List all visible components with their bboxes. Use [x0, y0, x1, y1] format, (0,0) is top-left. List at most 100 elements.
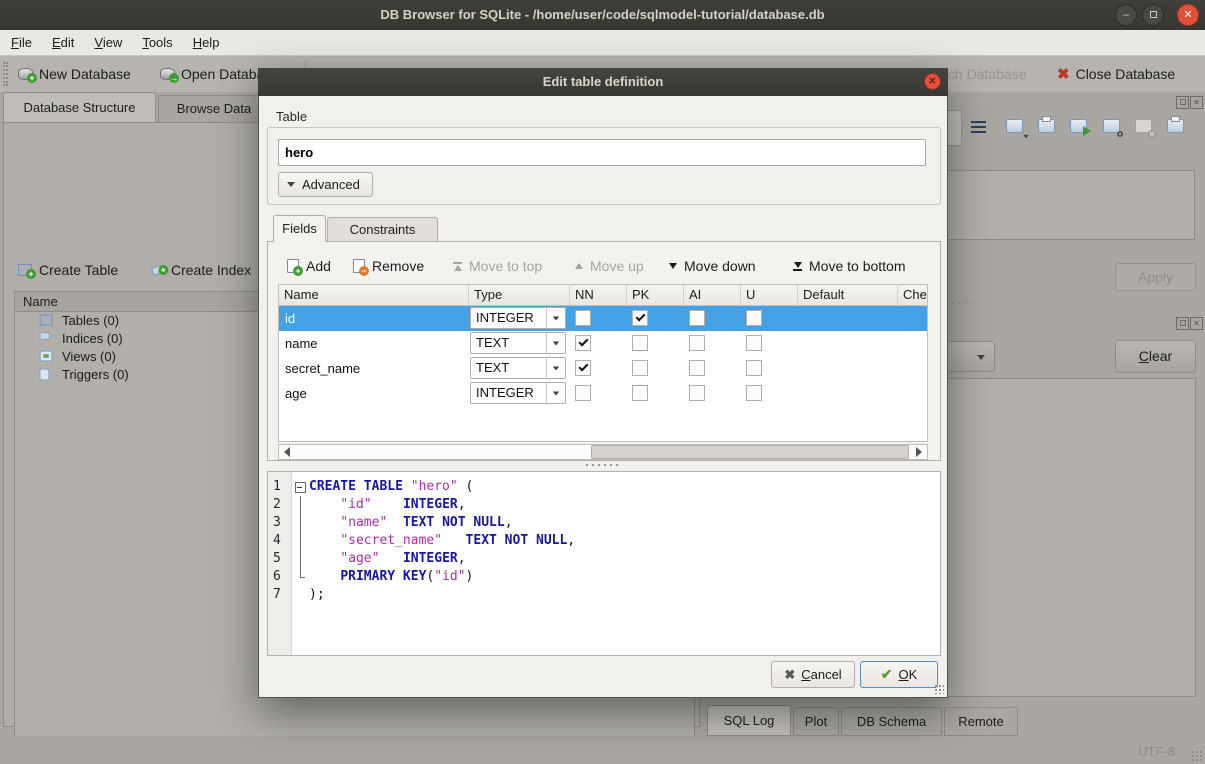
- action-move-up[interactable]: Move up: [575, 253, 644, 279]
- export-icon[interactable]: [1066, 114, 1092, 140]
- tab-browse-data[interactable]: Browse Data: [158, 95, 270, 122]
- column-header-u[interactable]: U: [741, 285, 798, 305]
- field-type-cell[interactable]: TEXT: [469, 356, 570, 381]
- menu-item-file[interactable]: File: [2, 30, 41, 56]
- field-default-cell[interactable]: [798, 381, 898, 406]
- table-row-secret-name[interactable]: secret_nameTEXT: [279, 356, 927, 381]
- tab-plot[interactable]: Plot: [793, 707, 839, 736]
- partial-toolbar-button[interactable]: [946, 110, 962, 146]
- action-move-down[interactable]: Move down: [669, 253, 756, 279]
- maximize-button[interactable]: [1142, 4, 1164, 26]
- dock-splitter-handle[interactable]: [944, 301, 974, 306]
- field-name-cell[interactable]: id: [279, 306, 469, 331]
- action-remove[interactable]: −Remove: [353, 253, 424, 279]
- column-header-name[interactable]: Name: [279, 285, 469, 305]
- field-check-cell[interactable]: [898, 356, 928, 381]
- menu-item-view[interactable]: View: [85, 30, 131, 56]
- tab-sql-log[interactable]: SQL Log: [707, 705, 791, 736]
- field-check-cell[interactable]: [898, 306, 928, 331]
- link-icon[interactable]: [1099, 114, 1125, 140]
- cancel-button[interactable]: ✖Cancel: [771, 661, 855, 688]
- column-header-default[interactable]: Default: [798, 285, 898, 305]
- tab-db-schema[interactable]: DB Schema: [841, 707, 942, 736]
- scroll-left-icon[interactable]: [279, 445, 295, 459]
- ok-button[interactable]: ✔OK: [860, 661, 938, 688]
- menu-item-tools[interactable]: Tools: [133, 30, 181, 56]
- field-check-cell[interactable]: [898, 381, 928, 406]
- pk-checkbox[interactable]: [632, 360, 648, 376]
- toolbar-close-database[interactable]: ✖Close Database: [1057, 61, 1175, 87]
- sql-preview-editor[interactable]: 1234567 CREATE TABLE "hero" ( "id" INTEG…: [267, 471, 941, 656]
- dialog-tab-fields[interactable]: Fields: [273, 215, 326, 242]
- toolbar-new-database[interactable]: +New Database: [18, 61, 131, 87]
- field-name-cell[interactable]: name: [279, 331, 469, 356]
- save-icon[interactable]: [1034, 114, 1060, 140]
- indent-icon[interactable]: [966, 114, 992, 140]
- dock-close-icon-2[interactable]: ✕: [1190, 317, 1203, 330]
- u-checkbox[interactable]: [746, 385, 762, 401]
- action-move-to-top[interactable]: Move to top: [453, 253, 542, 279]
- u-checkbox[interactable]: [746, 360, 762, 376]
- scrollbar-thumb[interactable]: [591, 445, 909, 459]
- minimize-button[interactable]: –: [1115, 4, 1137, 26]
- pk-checkbox[interactable]: [632, 310, 648, 326]
- column-header-pk[interactable]: PK: [627, 285, 684, 305]
- table-row-name[interactable]: nameTEXT: [279, 331, 927, 356]
- fields-grid-hscrollbar[interactable]: [278, 444, 928, 460]
- field-name-cell[interactable]: secret_name: [279, 356, 469, 381]
- type-dropdown[interactable]: INTEGER: [470, 382, 566, 404]
- column-header-check[interactable]: Check: [898, 285, 928, 305]
- type-dropdown[interactable]: INTEGER: [470, 307, 566, 329]
- dock-float-button[interactable]: [1176, 96, 1189, 109]
- column-header-nn[interactable]: NN: [570, 285, 627, 305]
- nn-checkbox[interactable]: [575, 310, 591, 326]
- scroll-right-icon[interactable]: [911, 445, 927, 459]
- field-type-cell[interactable]: INTEGER: [469, 306, 570, 331]
- button-create-index[interactable]: +Create Index: [152, 257, 251, 283]
- print-icon[interactable]: [1163, 114, 1189, 140]
- action-add[interactable]: +Add: [287, 253, 331, 279]
- table-row-age[interactable]: ageINTEGER: [279, 381, 927, 406]
- code-fold-column[interactable]: [293, 478, 307, 604]
- ai-checkbox[interactable]: [689, 385, 705, 401]
- toolbar-drag-handle[interactable]: [3, 62, 8, 86]
- field-check-cell[interactable]: [898, 331, 928, 356]
- menu-item-edit[interactable]: Edit: [43, 30, 83, 56]
- field-default-cell[interactable]: [798, 331, 898, 356]
- null-icon[interactable]: [1131, 114, 1157, 140]
- nn-checkbox[interactable]: [575, 385, 591, 401]
- nn-checkbox[interactable]: [575, 335, 591, 351]
- dock-close-icon[interactable]: ✕: [1190, 96, 1203, 109]
- close-button[interactable]: ✕: [1177, 4, 1199, 26]
- button-create-table[interactable]: +Create Table: [18, 257, 118, 283]
- menu-item-help[interactable]: Help: [184, 30, 229, 56]
- window-resize-grip[interactable]: [1191, 750, 1203, 762]
- field-default-cell[interactable]: [798, 356, 898, 381]
- dialog-close-button[interactable]: ✕: [924, 73, 941, 90]
- dock-float-button-2[interactable]: [1176, 317, 1189, 330]
- apply-button[interactable]: Apply: [1115, 263, 1196, 291]
- u-checkbox[interactable]: [746, 310, 762, 326]
- pk-checkbox[interactable]: [632, 385, 648, 401]
- field-type-cell[interactable]: TEXT: [469, 331, 570, 356]
- tab-database-structure[interactable]: Database Structure: [3, 92, 156, 122]
- clear-button[interactable]: Clear: [1115, 340, 1196, 373]
- table-row-id[interactable]: idINTEGER: [279, 306, 927, 331]
- u-checkbox[interactable]: [746, 335, 762, 351]
- fold-marker[interactable]: [293, 478, 307, 496]
- type-dropdown[interactable]: TEXT: [470, 357, 566, 379]
- ai-checkbox[interactable]: [689, 335, 705, 351]
- field-default-cell[interactable]: [798, 306, 898, 331]
- tab-remote[interactable]: Remote: [944, 707, 1018, 736]
- nn-checkbox[interactable]: [575, 360, 591, 376]
- dialog-resize-grip[interactable]: [934, 684, 944, 694]
- field-type-cell[interactable]: INTEGER: [469, 381, 570, 406]
- action-move-to-bottom[interactable]: Move to bottom: [793, 253, 906, 279]
- open-icon[interactable]: [1002, 114, 1028, 140]
- field-name-cell[interactable]: age: [279, 381, 469, 406]
- pk-checkbox[interactable]: [632, 335, 648, 351]
- dialog-splitter-handle[interactable]: [584, 463, 620, 468]
- dialog-tab-constraints[interactable]: Constraints: [327, 217, 438, 242]
- table-name-input[interactable]: [278, 139, 926, 166]
- ai-checkbox[interactable]: [689, 360, 705, 376]
